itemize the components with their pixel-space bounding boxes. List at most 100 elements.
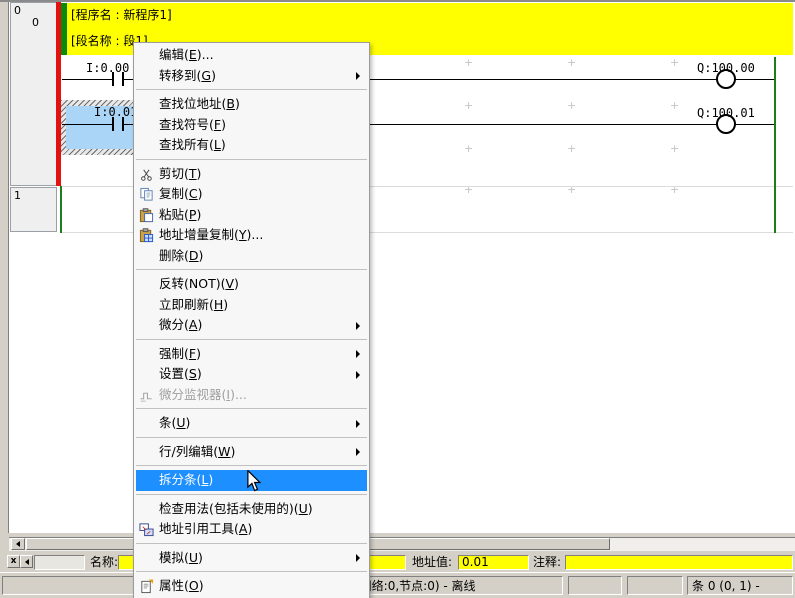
menu-item-paste[interactable]: 粘贴(P) [134,205,369,226]
menu-item-label: 编辑(E)... [159,47,214,62]
symbol-bar: x 名称: 地址值: 0.01 注释: [0,552,795,572]
menu-item-row-column-edit[interactable]: 行/列编辑(W) [134,442,369,463]
menu-icon-slot [139,502,154,517]
menu-item-label: 反转(NOT)(V) [159,276,239,291]
left-bus-bar [60,186,62,233]
submenu-arrow-icon [356,72,360,80]
menu-item-cut[interactable]: 剪切(T) [134,164,369,185]
menu-item-label: 微分(A) [159,317,202,332]
menu-item-go-to[interactable]: 转移到(G) [134,66,369,87]
coil-address-label[interactable]: Q:100.00 [697,61,755,75]
status-panel [627,576,683,595]
menu-item-delete[interactable]: 删除(D) [134,246,369,267]
cut-icon [139,167,154,182]
contact-address-label[interactable]: I:0.01 [94,105,137,119]
top-border [0,0,795,2]
menu-item-label: 行/列编辑(W) [159,444,235,459]
menu-separator [134,405,369,413]
menu-item-label: 检查用法(包括未使用的)(U) [159,501,313,516]
menu-item-check-usage[interactable]: 检查用法(包括未使用的)(U) [134,499,369,520]
rung-1-header[interactable]: 1 [10,187,57,232]
menu-item-label: 剪切(T) [159,166,201,181]
menu-item-label: 地址增量复制(Y)... [159,227,263,242]
menu-separator [134,540,369,548]
grid-dot: + [464,100,473,111]
connection-status-text: (网络:0,节点:0) - 离线 [355,577,476,595]
menu-separator [134,156,369,164]
close-icon: x [11,556,17,566]
menu-item-label: 删除(D) [159,248,203,263]
menu-item-find-all[interactable]: 查找所有(L) [134,135,369,156]
comment-field[interactable] [565,555,793,570]
grid-dot: + [567,143,576,154]
menu-item-find-bit-address[interactable]: 查找位地址(B) [134,94,369,115]
menu-icon-slot [139,416,154,431]
menu-icon-slot [139,445,154,460]
menu-item-label: 条(U) [159,415,190,430]
menu-item-label: 粘贴(P) [159,207,201,222]
submenu-arrow-icon [356,371,360,379]
left-arrow-icon [16,541,20,547]
menu-item-find-symbol[interactable]: 查找符号(F) [134,115,369,136]
right-bus-bar [774,57,776,233]
submenu-arrow-icon [356,448,360,456]
menu-separator [134,336,369,344]
menu-item-edit[interactable]: 编辑(E)... [134,45,369,66]
menu-icon-slot [139,118,154,133]
menu-item-label: 复制(C) [159,186,203,201]
rung-step-number: 0 [32,16,39,29]
cx-programmer-ladder-window: 0 0 1 [程序名 : 新程序1] [段名称 : 段1] + + + + + … [0,0,795,598]
menu-icon-slot [139,97,154,112]
menu-icon-slot [139,48,154,63]
address-value-label: 地址值: [412,555,452,570]
menu-icon-slot [139,138,154,153]
rung-0-header[interactable]: 0 0 [10,2,57,186]
coil-address-label[interactable]: Q:100.01 [697,106,755,120]
menu-item-label: 地址引用工具(A) [159,521,252,536]
menu-item-label: 立即刷新(H) [159,297,228,312]
scrollbar-left-arrow[interactable] [11,538,25,550]
menu-item-force[interactable]: 强制(F) [134,344,369,365]
menu-item-label: 模拟(U) [159,550,203,565]
rung-number: 1 [14,189,21,202]
menu-separator [134,86,369,94]
menu-item-differential-monitor: 微分监视器(I)... [134,385,369,406]
left-edge-strip [0,2,9,552]
previous-button[interactable] [20,555,33,568]
menu-item-invert-not[interactable]: 反转(NOT)(V) [134,274,369,295]
menu-item-address-reference-tool[interactable]: 地址引用工具(A) [134,519,369,540]
menu-item-set[interactable]: 设置(S) [134,364,369,385]
menu-item-copy[interactable]: 复制(C) [134,184,369,205]
menu-separator [134,266,369,274]
contact-symbol[interactable] [112,117,114,131]
properties-icon [139,579,154,594]
menu-item-label: 设置(S) [159,366,202,381]
menu-item-differentiate[interactable]: 微分(A) [134,315,369,336]
grid-dot: + [464,143,473,154]
menu-item-immediate-refresh[interactable]: 立即刷新(H) [134,295,369,316]
address-value-field[interactable]: 0.01 [458,555,529,570]
submenu-arrow-icon [356,322,360,330]
symbol-filter-box[interactable] [34,555,85,570]
menu-item-properties[interactable]: 属性(O) [134,576,369,597]
menu-item-address-increment-copy[interactable]: 地址增量复制(Y)... [134,225,369,246]
menu-icon-slot [139,249,154,264]
contact-address-label[interactable]: I:0.00 [86,61,129,75]
contact-gap [114,75,122,84]
submenu-arrow-icon [356,350,360,358]
menu-separator [134,434,369,442]
copy-icon [139,187,154,202]
paste-icon [139,208,154,223]
contact-symbol[interactable] [122,117,124,131]
contact-gap [114,120,122,129]
menu-separator [134,568,369,576]
menu-item-rung[interactable]: 条(U) [134,413,369,434]
menu-item-simulate[interactable]: 模拟(U) [134,548,369,569]
menu-icon-slot [141,473,156,488]
comment-label: 注释: [533,555,561,570]
program-name-header: [程序名 : 新程序1] [71,6,172,23]
menu-icon-slot [139,367,154,382]
menu-item-label: 查找符号(F) [159,117,226,132]
close-symbol-bar-button[interactable]: x [7,555,20,568]
menu-icon-slot [139,69,154,84]
